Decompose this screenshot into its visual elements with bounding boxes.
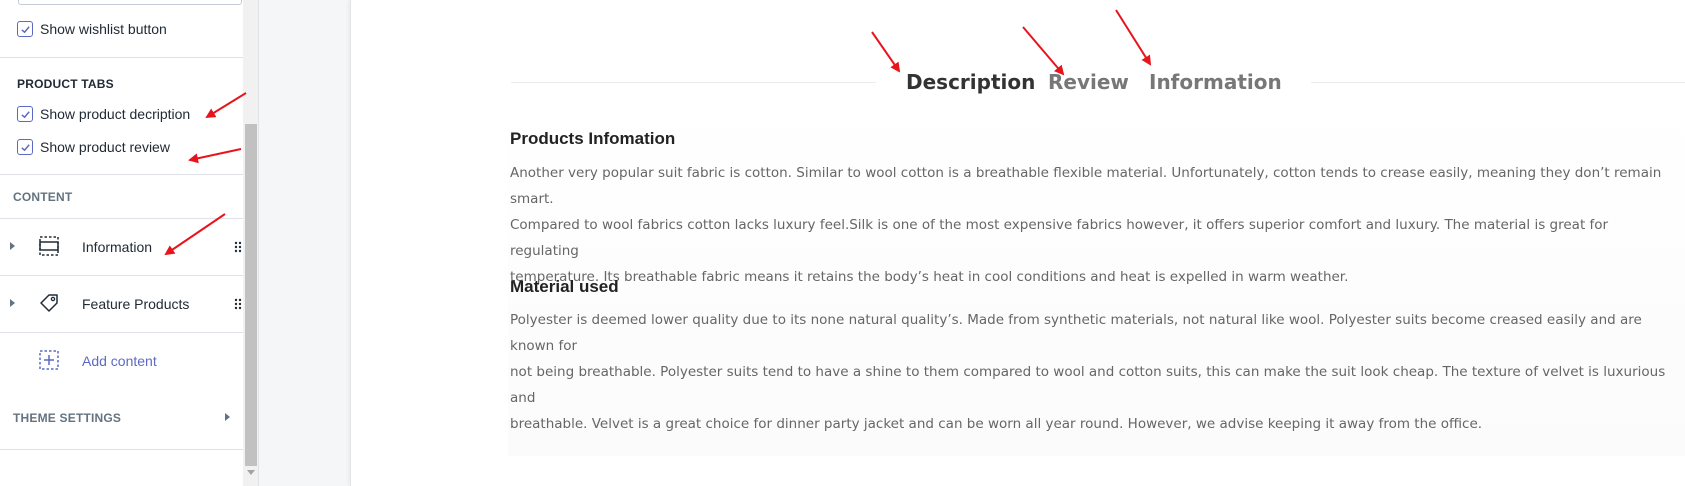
paragraph-line: not being breathable. Polyester suits te… [510, 364, 1666, 406]
add-content-label: Add content [82, 352, 157, 369]
wishlist-checkbox-row[interactable]: Show wishlist button [17, 20, 167, 38]
checkmark-icon [20, 143, 30, 151]
drag-handle-icon[interactable] [234, 298, 242, 310]
show-review-label: Show product review [40, 139, 170, 155]
sidebar-scrollbar[interactable] [243, 0, 258, 486]
product-tabs-heading: PRODUCT TABS [17, 77, 114, 91]
section-icon [39, 236, 59, 256]
content-item-label: Feature Products [82, 295, 190, 312]
show-review-checkbox-row[interactable]: Show product review [17, 138, 170, 156]
caret-right-icon[interactable] [10, 299, 15, 307]
checkmark-icon [20, 25, 30, 33]
divider [0, 57, 243, 58]
section-heading: Products Infomation [510, 129, 676, 148]
paragraph-line: breathable. Velvet is a great choice for… [510, 416, 1483, 432]
editor-sidebar: Show wishlist button PRODUCT TABS Show p… [0, 0, 259, 486]
content-item-information[interactable]: Information [0, 218, 243, 275]
content-item-feature-products[interactable]: Feature Products [0, 275, 243, 332]
paragraph-line: temperature. Its breathable fabric means… [510, 269, 1349, 285]
tab-review[interactable]: Review [1048, 70, 1129, 94]
divider [0, 449, 243, 450]
checkmark-icon [20, 110, 30, 118]
show-description-label: Show product decription [40, 106, 191, 122]
paragraph-line: Polyester is deemed lower quality due to… [510, 312, 1642, 354]
divider [0, 174, 243, 175]
caret-right-icon [225, 413, 230, 421]
section-heading: Material used [510, 277, 619, 296]
wishlist-checkbox-label: Show wishlist button [40, 21, 167, 37]
show-description-checkbox-row[interactable]: Show product decription [17, 105, 190, 123]
tab-information[interactable]: Information [1149, 70, 1282, 94]
caret-right-icon[interactable] [10, 242, 15, 250]
scrollbar-thumb[interactable] [245, 124, 257, 466]
wishlist-checkbox[interactable] [17, 21, 33, 37]
tag-icon [40, 294, 58, 312]
show-description-checkbox[interactable] [17, 106, 33, 122]
text-input-field[interactable] [18, 0, 242, 5]
scroll-down-arrow-icon[interactable] [247, 470, 255, 475]
tab-description[interactable]: Description [906, 70, 1035, 94]
content-item-label: Information [82, 238, 153, 255]
section-paragraph: Another very popular suit fabric is cott… [510, 160, 1670, 290]
add-content-button[interactable]: Add content [0, 332, 243, 389]
theme-settings-label: THEME SETTINGS [13, 411, 122, 425]
drag-handle-icon[interactable] [234, 241, 242, 253]
show-review-checkbox[interactable] [17, 139, 33, 155]
paragraph-line: Compared to wool fabrics cotton lacks lu… [510, 217, 1609, 259]
add-section-icon [39, 350, 59, 370]
theme-editor: Show wishlist button PRODUCT TABS Show p… [0, 0, 1685, 486]
section-paragraph: Polyester is deemed lower quality due to… [510, 307, 1670, 437]
theme-settings-section[interactable]: THEME SETTINGS [0, 389, 243, 449]
content-heading: CONTENT [13, 190, 73, 204]
paragraph-line: Another very popular suit fabric is cott… [510, 165, 1662, 207]
